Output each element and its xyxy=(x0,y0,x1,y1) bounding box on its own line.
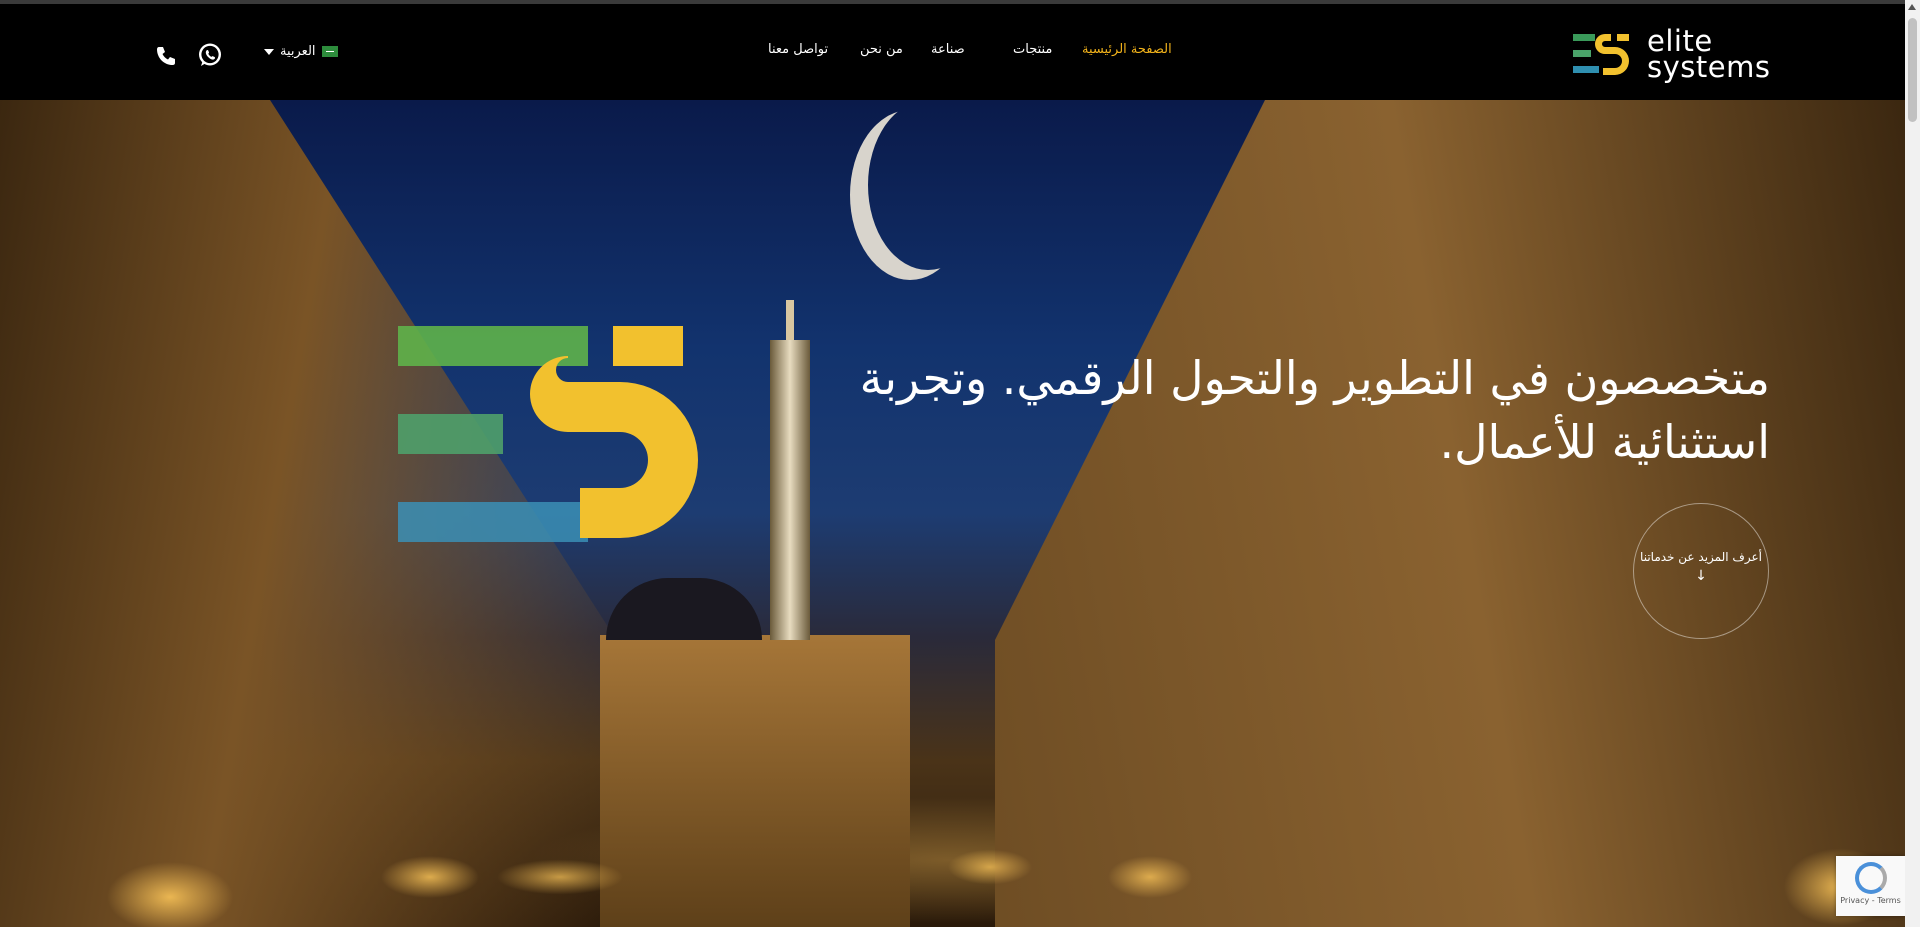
right-wall-image xyxy=(995,100,1905,927)
es-hero-logo-icon xyxy=(398,326,698,542)
minaret-image xyxy=(770,340,810,640)
recaptcha-icon xyxy=(1854,862,1887,894)
language-label: العربية xyxy=(280,44,316,59)
chevron-down-icon xyxy=(264,48,274,55)
es-logo-icon xyxy=(1573,34,1629,75)
hero-headline: متخصصون في التطوير والتحول الرقمي. وتجرب… xyxy=(859,351,1770,469)
recaptcha-badge[interactable]: Privacy - Terms xyxy=(1836,856,1905,916)
lanterns-glow xyxy=(0,807,1905,927)
scroll-up-arrow-icon[interactable] xyxy=(1908,4,1916,10)
crescent-moon-image xyxy=(868,100,988,270)
phone-icon[interactable] xyxy=(155,45,177,67)
site-header: elite systems الصفحة الرئيسية منتجات صنا… xyxy=(0,4,1905,100)
saudi-flag-icon xyxy=(321,46,338,57)
arrow-down-icon: ↓ xyxy=(1695,568,1707,584)
scroll-thumb[interactable] xyxy=(1908,18,1917,122)
logo-wordmark: elite systems xyxy=(1647,27,1771,84)
learn-more-label: أعرف المزيد عن خدماتنا xyxy=(1640,550,1762,564)
logo-line-2: systems xyxy=(1647,50,1771,84)
hero-section: متخصصون في التطوير والتحول الرقمي. وتجرب… xyxy=(0,100,1905,927)
learn-more-button[interactable]: أعرف المزيد عن خدماتنا ↓ xyxy=(1633,503,1769,639)
mosque-dome-image xyxy=(606,578,762,640)
whatsapp-icon[interactable] xyxy=(197,42,223,68)
nav-about[interactable]: من نحن xyxy=(860,42,903,57)
nav-industry[interactable]: صناعة xyxy=(931,42,965,57)
elite-systems-logo[interactable]: elite systems xyxy=(1573,27,1773,84)
minaret-spire xyxy=(786,300,794,344)
nav-contact[interactable]: تواصل معنا xyxy=(768,42,828,57)
page-scrollbar[interactable] xyxy=(1905,0,1920,927)
nav-home[interactable]: الصفحة الرئيسية xyxy=(1082,42,1172,57)
nav-products[interactable]: منتجات xyxy=(1013,42,1052,57)
language-selector[interactable]: العربية xyxy=(264,44,338,59)
recaptcha-links[interactable]: Privacy - Terms xyxy=(1840,896,1901,905)
